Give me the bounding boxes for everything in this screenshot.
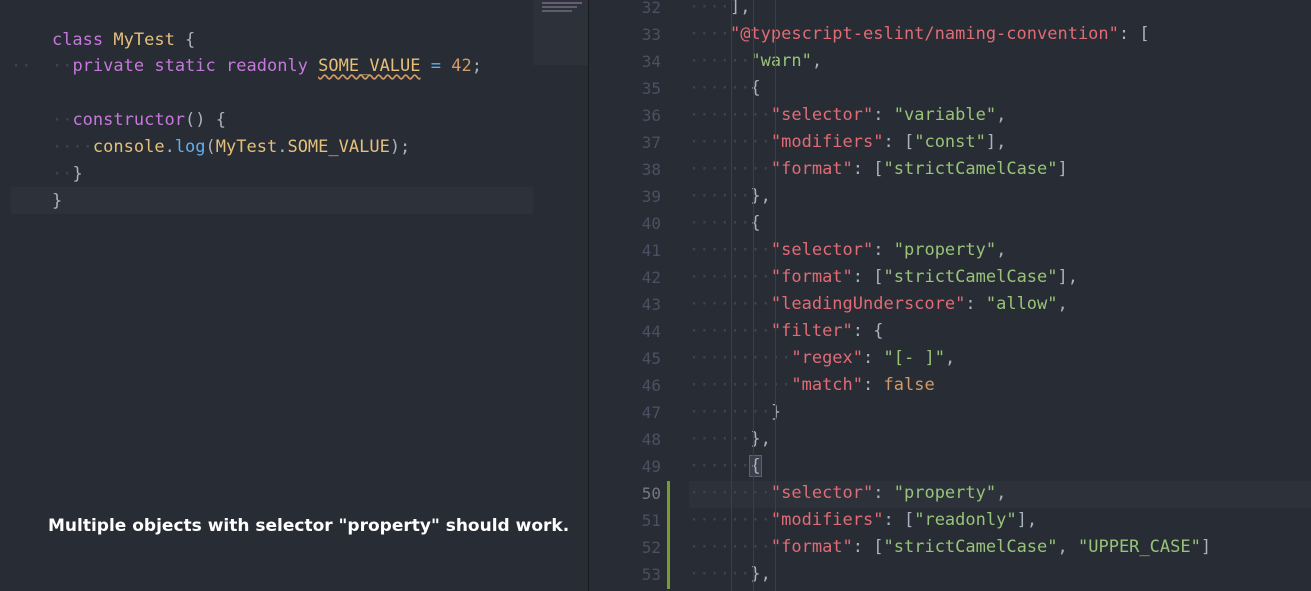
code-line[interactable]: ········"selector": "property",	[689, 480, 1006, 507]
line-number: 48	[641, 430, 661, 449]
line-number: 45	[641, 349, 661, 368]
code-line[interactable]: ········"format": ["strictCamelCase"],	[689, 264, 1078, 291]
code-line[interactable]: ········}	[689, 399, 781, 426]
line-number: 43	[641, 295, 661, 314]
code-line[interactable]: ····"@typescript-eslint/naming-conventio…	[689, 21, 1150, 48]
indent-guide	[730, 0, 732, 591]
code-line-text: "modifiers": ["const"],	[770, 132, 1007, 152]
line-number: 32	[641, 0, 661, 17]
minimap[interactable]	[533, 0, 588, 65]
code-line[interactable]: ······{	[689, 210, 761, 237]
left-editor-pane[interactable]: class MyTest { ··private static readonly…	[0, 0, 588, 591]
code-line[interactable]: ··········"match": false	[689, 372, 935, 399]
right-editor-pane[interactable]: 32 33 34 35 36 37 38 39 40 41 42 43 44 45 46 47 48 49 50 51…	[589, 0, 1311, 591]
line-number: 53	[641, 565, 661, 584]
code-line-text: "filter": {	[770, 321, 884, 341]
code-line-text: "selector": "property",	[770, 483, 1007, 503]
lint-warning-identifier[interactable]: SOME_VALUE	[318, 56, 420, 76]
code-line-text: "leadingUnderscore": "allow",	[770, 294, 1068, 314]
code-line-3[interactable]: ··	[11, 53, 31, 80]
code-line-text: "selector": "property",	[770, 240, 1007, 260]
code-line[interactable]: ········"leadingUnderscore": "allow",	[689, 291, 1068, 318]
code-line-text: "warn",	[750, 51, 823, 71]
code-line-text: "regex": "[- ]",	[791, 348, 956, 368]
code-line-text: "selector": "variable",	[770, 105, 1007, 125]
line-number: 40	[641, 214, 661, 233]
line-number: 51	[641, 511, 661, 530]
current-line-highlight	[11, 187, 533, 214]
code-line-text: "format": ["strictCamelCase"],	[770, 267, 1078, 287]
caption-text: Multiple objects with selector "property…	[48, 516, 570, 536]
line-number: 52	[641, 538, 661, 557]
code-line-text: ],	[729, 0, 751, 17]
line-number: 36	[641, 106, 661, 125]
indent-guide	[752, 0, 754, 591]
code-line-text: "@typescript-eslint/naming-convention": …	[729, 24, 1150, 44]
git-modified-gutter-bar	[667, 481, 670, 589]
code-line[interactable]: ······{	[689, 75, 761, 102]
line-number: 39	[641, 187, 661, 206]
line-number: 41	[641, 241, 661, 260]
line-number: 33	[641, 25, 661, 44]
code-line[interactable]: ········"filter": {	[689, 318, 884, 345]
indent-guide	[774, 0, 776, 591]
code-line[interactable]: ······{	[689, 453, 762, 480]
code-line[interactable]: ········"selector": "variable",	[689, 102, 1006, 129]
code-line[interactable]: ········"format": ["strictCamelCase", "U…	[689, 534, 1211, 561]
line-number: 49	[641, 457, 661, 476]
code-line-text: "match": false	[791, 375, 935, 395]
line-number: 47	[641, 403, 661, 422]
line-number: 50	[641, 484, 661, 503]
code-line-text: "format": ["strictCamelCase"]	[770, 159, 1068, 179]
line-number: 34	[641, 52, 661, 71]
line-number: 44	[641, 322, 661, 341]
code-line-text: "format": ["strictCamelCase", "UPPER_CAS…	[770, 537, 1212, 557]
code-line[interactable]: ····],	[689, 0, 750, 21]
code-line-2[interactable]: ··private static readonly SOME_VALUE = 4…	[11, 26, 482, 76]
line-number: 35	[641, 79, 661, 98]
code-line[interactable]: ··········"regex": "[- ]",	[689, 345, 955, 372]
line-number: 38	[641, 160, 661, 179]
code-line-6[interactable]: ··}	[11, 134, 83, 184]
code-line[interactable]: ······"warn",	[689, 48, 822, 75]
code-line[interactable]: ········"modifiers": ["const"],	[689, 129, 1006, 156]
code-line[interactable]: ········"format": ["strictCamelCase"]	[689, 156, 1068, 183]
code-line-1[interactable]: class MyTest {	[11, 0, 195, 50]
line-number: 37	[641, 133, 661, 152]
line-number: 46	[641, 376, 661, 395]
code-line-7[interactable]: }	[11, 161, 62, 211]
code-line[interactable]: ········"modifiers": ["readonly"],	[689, 507, 1037, 534]
code-line-5[interactable]: ····console.log(MyTest.SOME_VALUE);	[11, 107, 410, 157]
code-line-text: "modifiers": ["readonly"],	[770, 510, 1038, 530]
code-line-text: }	[770, 402, 782, 422]
code-line-4[interactable]: ··constructor() {	[11, 80, 226, 130]
code-line[interactable]: ········"selector": "property",	[689, 237, 1006, 264]
line-number: 42	[641, 268, 661, 287]
